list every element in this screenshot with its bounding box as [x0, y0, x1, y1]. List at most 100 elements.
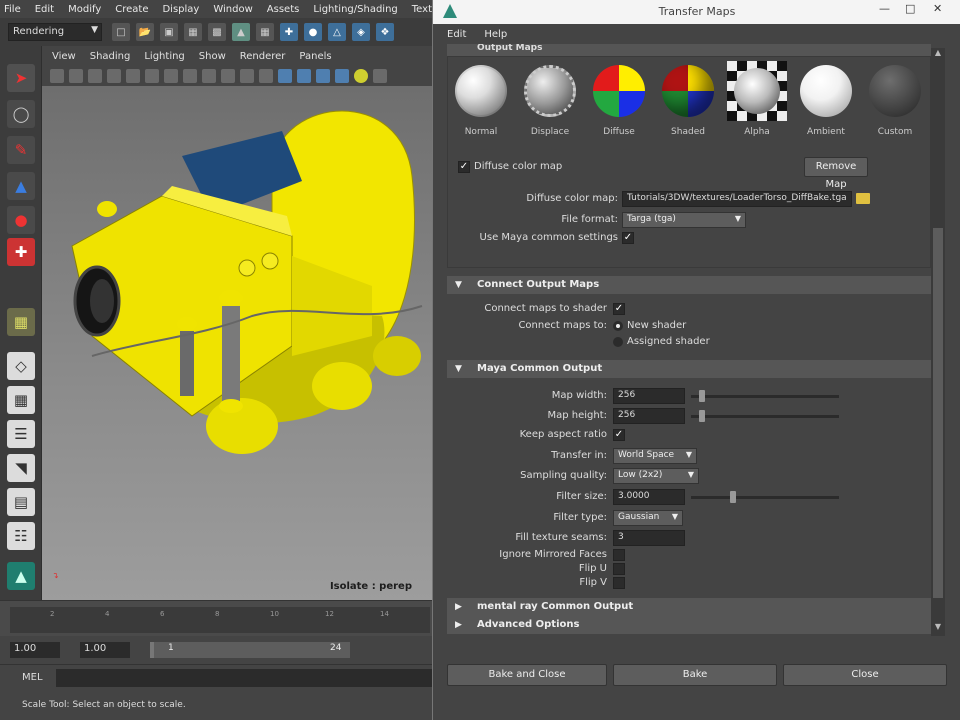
camera-icon[interactable]	[50, 69, 64, 83]
snap-plane-icon[interactable]: △	[328, 23, 346, 41]
dialog-menu-edit[interactable]: Edit	[447, 29, 466, 40]
start-time-field[interactable]: 1.00	[10, 642, 60, 658]
select-object-icon[interactable]: ▩	[208, 23, 226, 41]
map-height-field[interactable]: 256	[613, 408, 685, 424]
image-plane-icon[interactable]	[107, 69, 121, 83]
filter-size-slider-thumb[interactable]	[730, 491, 736, 503]
scale-tool-icon[interactable]: ✚	[7, 238, 35, 266]
layout-outliner-icon[interactable]: ☰	[7, 420, 35, 448]
paint-select-tool-icon[interactable]: ✎	[7, 136, 35, 164]
playback-start-field[interactable]: 1.00	[80, 642, 130, 658]
dialog-scrollbar[interactable]: ▲ ▼	[931, 48, 945, 636]
transfer-in-dropdown[interactable]: World Space ▼	[613, 448, 697, 464]
filter-type-dropdown[interactable]: Gaussian ▼	[613, 510, 683, 526]
lighting-icon[interactable]	[335, 69, 349, 83]
snap-curve-icon[interactable]: ✚	[280, 23, 298, 41]
lasso-tool-icon[interactable]: ◯	[7, 100, 35, 128]
map-height-slider[interactable]	[691, 415, 839, 418]
gate-mask-icon[interactable]	[183, 69, 197, 83]
xray-icon[interactable]	[373, 69, 387, 83]
filter-size-slider[interactable]	[691, 496, 839, 499]
keep-aspect-checkbox[interactable]	[613, 429, 625, 441]
dialog-menu-help[interactable]: Help	[484, 29, 507, 40]
mel-label[interactable]: MEL	[22, 672, 43, 683]
assigned-shader-radio[interactable]	[613, 337, 623, 347]
map-width-slider-thumb[interactable]	[699, 390, 705, 402]
camera-attr-icon[interactable]	[69, 69, 83, 83]
diffuse-map-button[interactable]: Diffuse	[586, 65, 652, 137]
panel-menu-view[interactable]: View	[52, 51, 76, 62]
snap-grid-icon[interactable]: ▦	[256, 23, 274, 41]
select-component-icon[interactable]: ▲	[232, 23, 250, 41]
scroll-up-icon[interactable]: ▲	[931, 48, 945, 60]
scroll-down-icon[interactable]: ▼	[931, 622, 945, 634]
displace-map-button[interactable]: Displace	[517, 65, 583, 137]
folder-icon[interactable]	[856, 193, 870, 204]
map-width-slider[interactable]	[691, 395, 839, 398]
perspective-viewport[interactable]: ↴ Isolate : perep	[42, 86, 440, 600]
menu-lighting-shading[interactable]: Lighting/Shading	[313, 4, 397, 15]
time-slider[interactable]: 2 4 6 8 10 12 14	[0, 600, 440, 636]
range-slider[interactable]: 1 24	[150, 642, 350, 658]
file-format-dropdown[interactable]: Targa (tga) ▼	[622, 212, 746, 228]
sampling-quality-dropdown[interactable]: Low (2x2) ▼	[613, 468, 699, 484]
shaded-map-button[interactable]: Shaded	[655, 65, 721, 137]
isolate-select-icon[interactable]	[354, 69, 368, 83]
layout-four-icon[interactable]: ▦	[7, 386, 35, 414]
menu-file[interactable]: File	[4, 4, 21, 15]
connect-output-maps-header[interactable]: ▼ Connect Output Maps	[447, 276, 931, 294]
menu-assets[interactable]: Assets	[267, 4, 300, 15]
close-icon[interactable]: ✕	[933, 2, 942, 15]
move-tool-icon[interactable]: ▲	[7, 172, 35, 200]
mel-input[interactable]	[56, 669, 436, 687]
maximize-icon[interactable]: □	[905, 2, 915, 15]
panel-menu-shading[interactable]: Shading	[90, 51, 131, 62]
grid-icon[interactable]	[126, 69, 140, 83]
select-tool-icon[interactable]: ➤	[7, 64, 35, 92]
panel-menu-lighting[interactable]: Lighting	[144, 51, 184, 62]
safe-title-icon[interactable]	[240, 69, 254, 83]
filter-size-field[interactable]: 3.0000	[613, 489, 685, 505]
panel-menu-renderer[interactable]: Renderer	[240, 51, 286, 62]
close-button[interactable]: Close	[783, 664, 947, 686]
new-scene-icon[interactable]: □	[112, 23, 130, 41]
menu-window[interactable]: Window	[213, 4, 252, 15]
window-titlebar[interactable]: Transfer Maps — □ ✕	[433, 0, 960, 24]
ambient-map-button[interactable]: Ambient	[793, 65, 859, 137]
custom-map-button[interactable]: Custom	[862, 65, 928, 137]
normal-map-button[interactable]: Normal	[448, 65, 514, 137]
panel-menu-show[interactable]: Show	[199, 51, 226, 62]
diffuse-color-map-checkbox[interactable]	[458, 161, 470, 173]
snap-point-icon[interactable]: ●	[304, 23, 322, 41]
textured-icon[interactable]	[316, 69, 330, 83]
time-track[interactable]: 2 4 6 8 10 12 14	[10, 607, 430, 633]
layout-graph-icon[interactable]: ◥	[7, 454, 35, 482]
menu-set-dropdown[interactable]: Rendering ▼	[8, 23, 102, 41]
menu-display[interactable]: Display	[162, 4, 199, 15]
film-gate-icon[interactable]	[145, 69, 159, 83]
minimize-icon[interactable]: —	[879, 2, 890, 15]
save-scene-icon[interactable]: ▣	[160, 23, 178, 41]
wireframe-icon[interactable]	[259, 69, 273, 83]
flip-u-checkbox[interactable]	[613, 563, 625, 575]
map-width-field[interactable]: 256	[613, 388, 685, 404]
show-manipulator-icon[interactable]: ▦	[7, 308, 35, 336]
connect-to-shader-checkbox[interactable]	[613, 303, 625, 315]
bake-button[interactable]: Bake	[613, 664, 777, 686]
open-scene-icon[interactable]: 📂	[136, 23, 154, 41]
ignore-mirrored-checkbox[interactable]	[613, 549, 625, 561]
layout-script-icon[interactable]: ☷	[7, 522, 35, 550]
remove-map-button[interactable]: Remove Map	[804, 157, 868, 190]
rotate-tool-icon[interactable]: ●	[7, 206, 35, 234]
diffuse-path-field[interactable]: Tutorials/3DW/textures/LoaderTorso_DiffB…	[622, 191, 852, 207]
select-hierarchy-icon[interactable]: ▦	[184, 23, 202, 41]
dialog-scroll-area[interactable]: Output Maps Normal Displace Diffuse Shad…	[447, 44, 947, 634]
output-maps-header[interactable]: Output Maps	[447, 44, 931, 56]
flip-v-checkbox[interactable]	[613, 577, 625, 589]
mental-ray-output-header[interactable]: ▶ mental ray Common Output	[447, 598, 931, 616]
advanced-options-header[interactable]: ▶ Advanced Options	[447, 616, 931, 634]
map-height-slider-thumb[interactable]	[699, 410, 705, 422]
layout-hypershade-icon[interactable]: ▤	[7, 488, 35, 516]
panel-menu-panels[interactable]: Panels	[299, 51, 331, 62]
menu-modify[interactable]: Modify	[68, 4, 101, 15]
